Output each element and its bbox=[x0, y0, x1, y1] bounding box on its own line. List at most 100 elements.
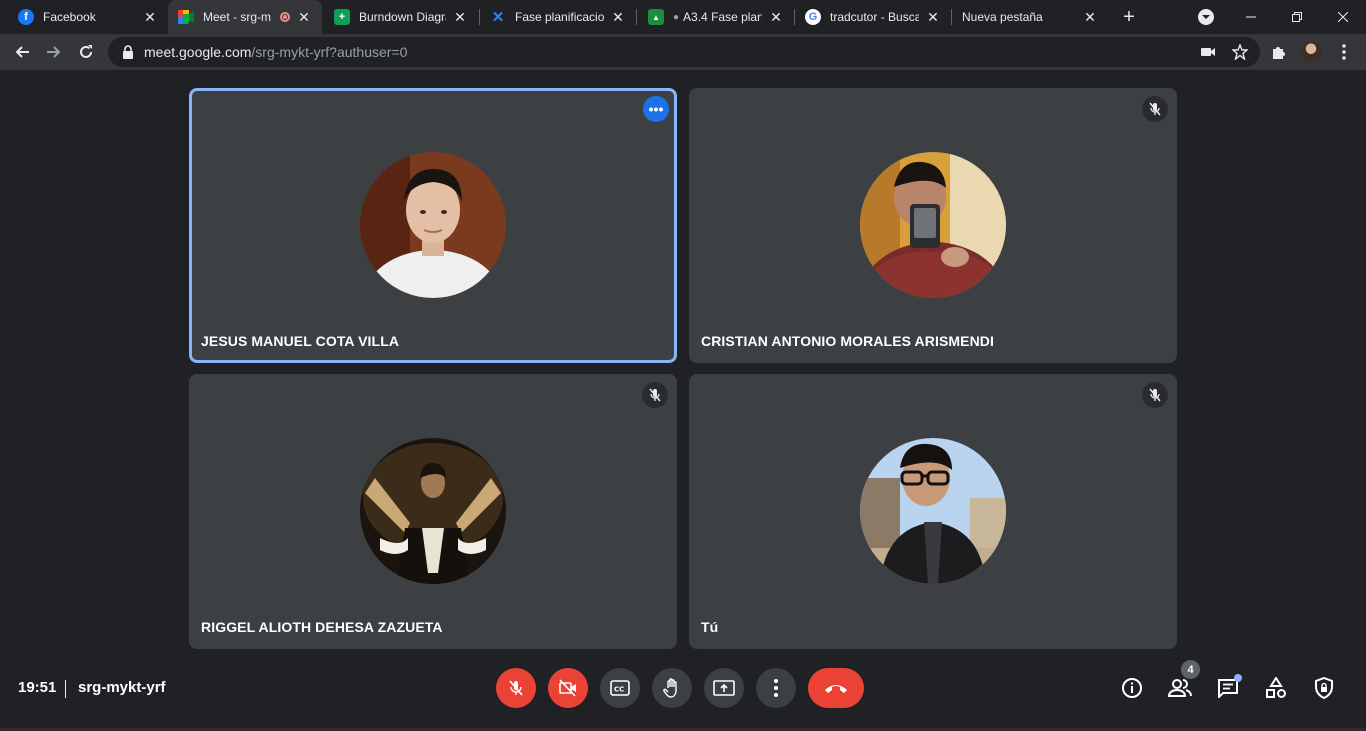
divider bbox=[65, 680, 66, 698]
minimize-button[interactable] bbox=[1228, 0, 1274, 34]
host-controls-button[interactable] bbox=[1312, 676, 1336, 700]
meeting-stage: ••• JESUS MANUEL COTA VILLA CRISTIAN ANT… bbox=[0, 70, 1366, 660]
tab-title: Burndown Diagra bbox=[359, 10, 446, 24]
more-options-button[interactable] bbox=[756, 668, 796, 708]
call-end-icon bbox=[825, 685, 847, 693]
mic-off-icon bbox=[509, 680, 523, 696]
meeting-details-button[interactable] bbox=[1120, 676, 1144, 700]
tab-nueva-pestana[interactable]: Nueva pestaña ✕ bbox=[952, 0, 1108, 34]
tab-title: tradcutor - Busca bbox=[830, 10, 919, 24]
participant-tile[interactable]: RIGGEL ALIOTH DEHESA ZAZUETA bbox=[189, 374, 677, 649]
arrow-left-icon bbox=[15, 46, 29, 58]
activities-button[interactable] bbox=[1264, 676, 1288, 700]
close-icon[interactable]: ✕ bbox=[1082, 9, 1098, 25]
info-icon bbox=[1122, 678, 1142, 698]
tab-search-icon[interactable] bbox=[1198, 9, 1214, 25]
meeting-code: srg-mykt-yrf bbox=[78, 679, 166, 696]
browser-toolbar: meet.google.com/srg-mykt-yrf?authuser=0 bbox=[0, 34, 1366, 70]
sheets-icon: + bbox=[334, 9, 350, 25]
browser-menu-button[interactable] bbox=[1334, 42, 1354, 62]
facebook-icon: f bbox=[18, 9, 34, 25]
url-path: /srg-mykt-yrf?authuser=0 bbox=[251, 44, 408, 60]
tab-burndown[interactable]: + Burndown Diagra ✕ bbox=[322, 0, 478, 34]
tab-title: A3.4 Fase plan bbox=[683, 10, 762, 24]
tile-more-options-button[interactable]: ••• bbox=[643, 96, 669, 122]
shapes-icon bbox=[1266, 677, 1286, 698]
participant-avatar bbox=[860, 152, 1006, 298]
people-icon bbox=[1168, 679, 1192, 697]
more-vert-icon bbox=[1342, 44, 1346, 60]
confluence-icon: ✕ bbox=[491, 9, 505, 26]
meeting-clock: 19:51 bbox=[18, 679, 57, 696]
close-icon[interactable]: ✕ bbox=[768, 9, 784, 25]
participant-name: Tú bbox=[701, 619, 719, 635]
new-tab-button[interactable]: + bbox=[1117, 5, 1141, 29]
tab-title: Nueva pestaña bbox=[962, 10, 1043, 24]
restore-button[interactable] bbox=[1274, 0, 1320, 34]
participant-avatar bbox=[860, 438, 1006, 584]
camera-in-use-icon[interactable] bbox=[1200, 44, 1216, 60]
arrow-right-icon bbox=[47, 46, 61, 58]
participant-tile[interactable]: CRISTIAN ANTONIO MORALES ARISMENDI bbox=[689, 88, 1177, 363]
camera-off-icon bbox=[559, 679, 576, 697]
bookmark-star-icon[interactable] bbox=[1232, 44, 1248, 60]
close-window-button[interactable] bbox=[1320, 0, 1366, 34]
tab-title: Fase planificacion bbox=[515, 10, 604, 24]
reload-button[interactable] bbox=[72, 38, 100, 66]
address-bar[interactable]: meet.google.com/srg-mykt-yrf?authuser=0 bbox=[108, 37, 1260, 67]
tab-facebook[interactable]: f Facebook ✕ bbox=[0, 0, 168, 34]
tab-title: Facebook bbox=[43, 10, 96, 24]
lock-icon[interactable] bbox=[122, 45, 134, 59]
raise-hand-button[interactable] bbox=[652, 668, 692, 708]
mic-off-button[interactable] bbox=[496, 668, 536, 708]
participant-count-badge: 4 bbox=[1181, 660, 1200, 679]
extensions-button[interactable] bbox=[1269, 42, 1289, 62]
back-button[interactable] bbox=[8, 38, 36, 66]
people-button[interactable] bbox=[1168, 676, 1192, 700]
camera-off-button[interactable] bbox=[548, 668, 588, 708]
svg-text:CC: CC bbox=[614, 686, 624, 694]
recording-icon bbox=[280, 12, 290, 22]
more-vert-icon bbox=[774, 679, 778, 697]
url-host: meet.google.com bbox=[144, 44, 252, 60]
tab-fase-planificacion[interactable]: ✕ Fase planificacion ✕ bbox=[480, 0, 636, 34]
participant-avatar bbox=[360, 438, 506, 584]
participant-name: JESUS MANUEL COTA VILLA bbox=[201, 333, 400, 349]
tab-google-search[interactable]: G tradcutor - Busca ✕ bbox=[795, 0, 951, 34]
participant-tile-self[interactable]: Tú bbox=[689, 374, 1177, 649]
url-text: meet.google.com/srg-mykt-yrf?authuser=0 bbox=[144, 44, 407, 60]
muted-mic-icon bbox=[1142, 96, 1168, 122]
shield-lock-icon bbox=[1315, 677, 1333, 699]
participant-name: CRISTIAN ANTONIO MORALES ARISMENDI bbox=[701, 333, 994, 349]
meet-icon bbox=[178, 9, 194, 25]
chat-notification-dot bbox=[1234, 674, 1242, 682]
mute-tab-icon: ● bbox=[673, 11, 680, 23]
hand-icon bbox=[663, 678, 677, 698]
close-icon[interactable]: ✕ bbox=[452, 9, 468, 25]
close-icon[interactable]: ✕ bbox=[610, 9, 626, 25]
participant-tile[interactable]: ••• JESUS MANUEL COTA VILLA bbox=[189, 88, 677, 363]
puzzle-icon bbox=[1273, 47, 1285, 59]
leave-call-button[interactable] bbox=[808, 668, 864, 708]
meeting-controls-bar: 19:51 srg-mykt-yrf CC 4 bbox=[0, 660, 1366, 731]
close-icon[interactable]: ✕ bbox=[296, 9, 312, 25]
present-button[interactable] bbox=[704, 668, 744, 708]
muted-mic-icon bbox=[1142, 382, 1168, 408]
participant-name: RIGGEL ALIOTH DEHESA ZAZUETA bbox=[201, 619, 443, 635]
present-icon bbox=[713, 680, 735, 696]
muted-mic-icon bbox=[642, 382, 668, 408]
tab-a34[interactable]: ▲ ● A3.4 Fase plan ✕ bbox=[637, 0, 794, 34]
tab-title: Meet - srg-m bbox=[203, 10, 272, 24]
captions-button[interactable]: CC bbox=[600, 668, 640, 708]
participant-avatar bbox=[360, 152, 506, 298]
captions-icon: CC bbox=[610, 680, 630, 696]
classroom-icon: ▲ bbox=[648, 9, 664, 25]
google-icon: G bbox=[805, 9, 821, 25]
close-icon[interactable]: ✕ bbox=[142, 9, 158, 25]
close-icon[interactable]: ✕ bbox=[925, 9, 941, 25]
reload-icon bbox=[80, 45, 92, 58]
forward-button[interactable] bbox=[40, 38, 68, 66]
profile-avatar[interactable] bbox=[1300, 41, 1322, 63]
tab-meet[interactable]: Meet - srg-m ✕ bbox=[168, 0, 322, 34]
browser-tab-strip: f Facebook ✕ Meet - srg-m ✕ + Burndown D… bbox=[0, 0, 1366, 34]
